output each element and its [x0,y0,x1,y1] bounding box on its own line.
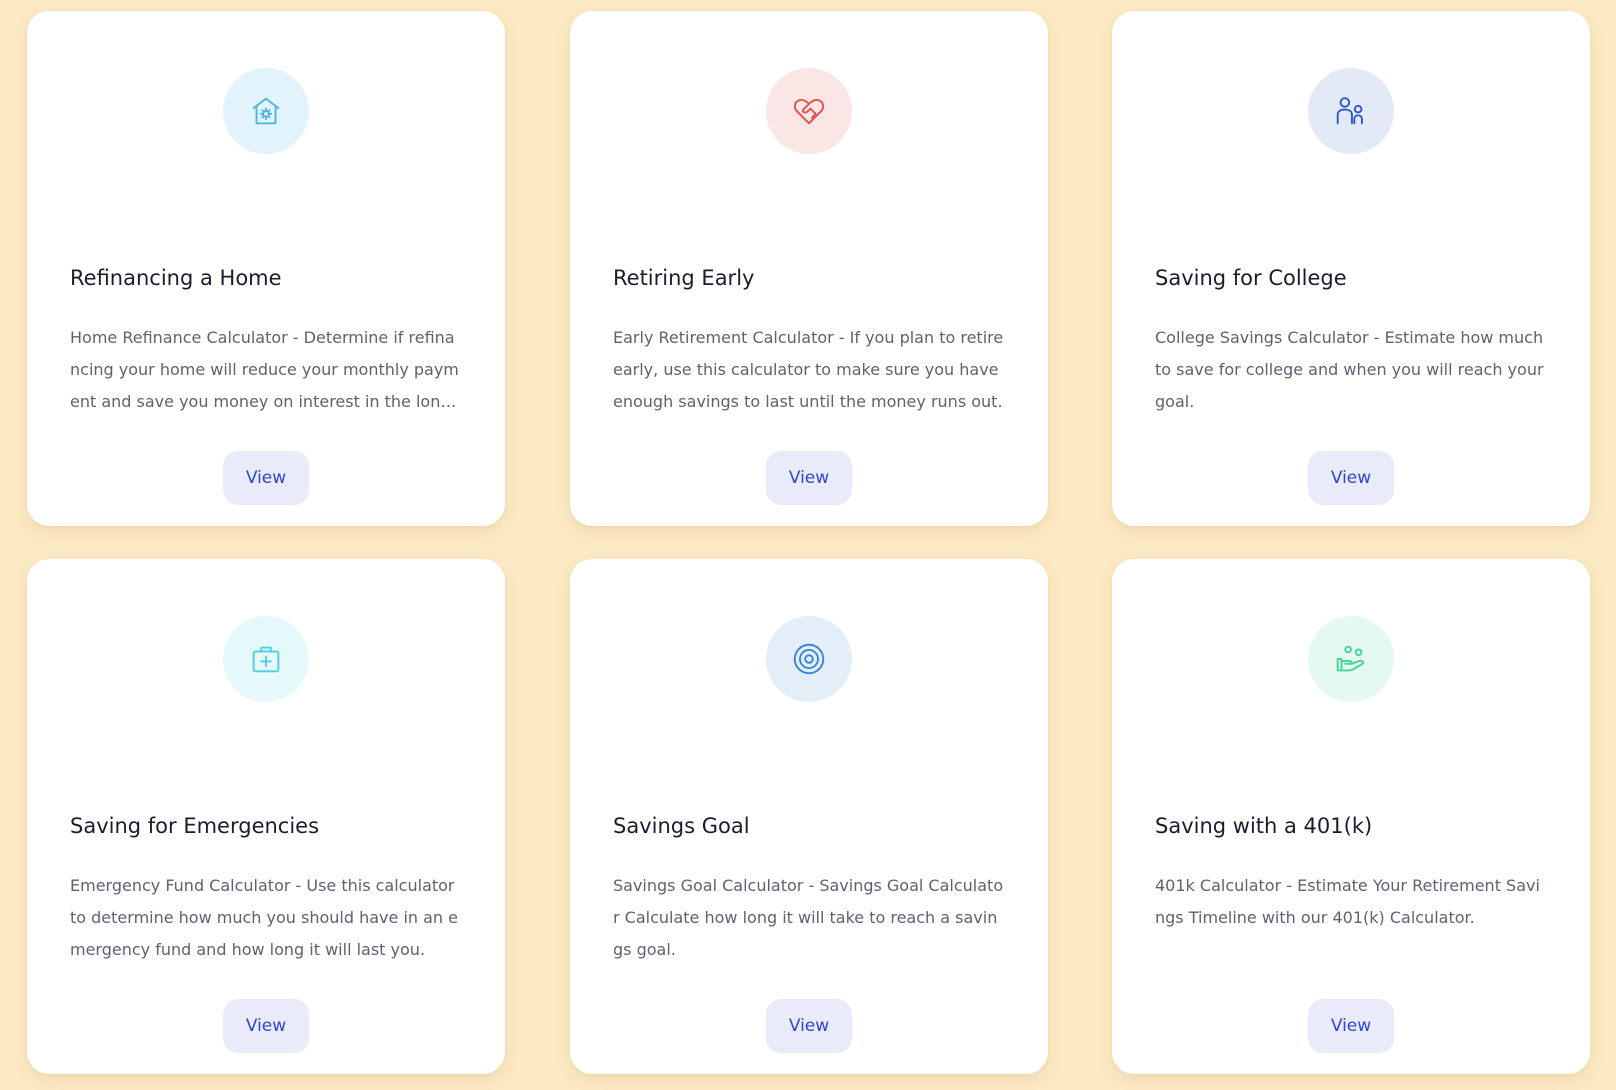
card-title: Savings Goal [613,814,750,838]
card-description: Early Retirement Calculator - If you pla… [613,328,1004,411]
icon-badge [223,68,309,154]
card-description: Emergency Fund Calculator - Use this cal… [70,876,458,959]
icon-badge [1308,68,1394,154]
card-title: Saving for Emergencies [70,814,320,838]
card-refinancing-a-home: Refinancing a Home Home Refinance Calcul… [27,11,505,526]
card-title: Refinancing a Home [70,266,282,290]
card-savings-goal: Savings Goal Savings Goal Calculator - S… [570,559,1048,1074]
icon-badge [1308,616,1394,702]
card-description: Savings Goal Calculator - Savings Goal C… [613,876,1004,959]
view-button[interactable]: View [223,451,309,505]
icon-badge [766,68,852,154]
card-title: Retiring Early [613,266,755,290]
first-aid-kit-icon [252,646,280,673]
view-button[interactable]: View [223,999,309,1053]
card-saving-with-a-401k: Saving with a 401(k) 401k Calculator - E… [1112,559,1590,1074]
hand-coins-icon [1336,645,1365,672]
view-button[interactable]: View [766,451,852,505]
icon-badge [766,616,852,702]
users-icon [1336,97,1363,125]
card-saving-for-college: Saving for College College Savings Calcu… [1112,11,1590,526]
house-gear-icon [252,97,280,125]
heart-handshake-icon [794,98,824,125]
card-retiring-early: Retiring Early Early Retirement Calculat… [570,11,1048,526]
card-title: Saving for College [1155,266,1347,290]
view-button[interactable]: View [1308,999,1394,1053]
card-saving-for-emergencies: Saving for Emergencies Emergency Fund Ca… [27,559,505,1074]
icon-badge [223,616,309,702]
card-description: Home Refinance Calculator - Determine if… [70,328,459,411]
card-description: 401k Calculator - Estimate Your Retireme… [1155,876,1540,927]
view-button[interactable]: View [1308,451,1394,505]
card-title: Saving with a 401(k) [1155,814,1373,838]
view-button[interactable]: View [766,999,852,1053]
card-description: College Savings Calculator - Estimate ho… [1155,328,1544,411]
target-icon [793,643,825,675]
